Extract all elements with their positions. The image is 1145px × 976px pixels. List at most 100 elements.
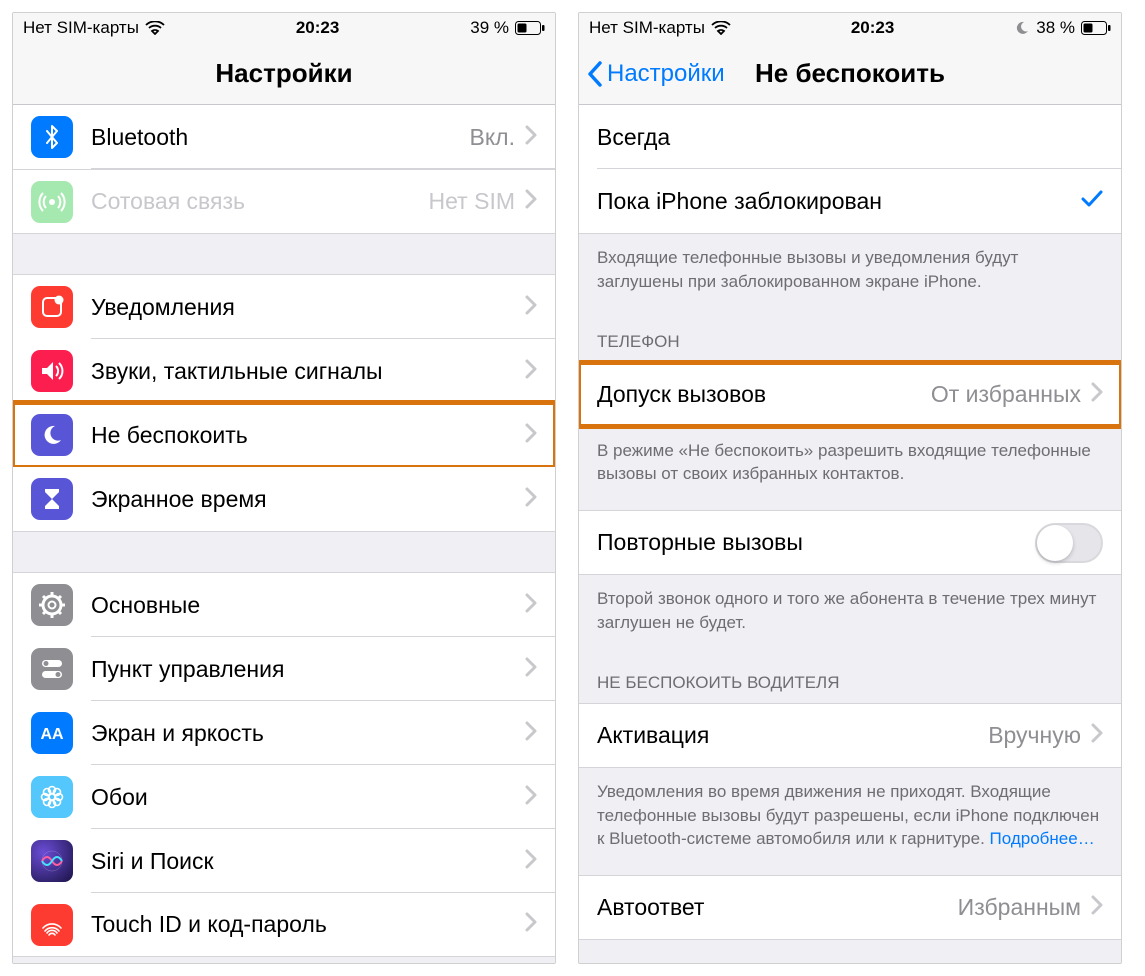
cell-label: Экран и яркость: [91, 720, 525, 747]
fingerprint-icon: [31, 904, 73, 946]
sidebar-item-general[interactable]: Основные: [13, 573, 555, 637]
settings-list[interactable]: Bluetooth Вкл. Сотовая связь Нет SIM Уве…: [13, 105, 555, 963]
row-silence-always[interactable]: Всегда: [579, 105, 1121, 169]
cell-label: Пункт управления: [91, 656, 525, 683]
group-footer: В режиме «Не беспокоить» разрешить входя…: [579, 427, 1121, 497]
sidebar-item-do-not-disturb[interactable]: Не беспокоить: [13, 403, 555, 467]
svg-text:AA: AA: [40, 726, 64, 743]
nav-bar: Настройки: [13, 43, 555, 105]
group-separator: [13, 531, 555, 573]
battery-percent-label: 39 %: [470, 18, 509, 38]
cell-label: Повторные вызовы: [597, 529, 1035, 556]
gear-icon: [31, 584, 73, 626]
checkmark-icon: [1081, 190, 1103, 213]
row-silence-locked[interactable]: Пока iPhone заблокирован: [579, 169, 1121, 233]
chevron-right-icon: [525, 423, 537, 448]
cell-label: Siri и Поиск: [91, 848, 525, 875]
repeated-calls-toggle[interactable]: [1035, 523, 1103, 563]
chevron-right-icon: [525, 657, 537, 682]
sidebar-item-cellular[interactable]: Сотовая связь Нет SIM: [13, 169, 555, 233]
row-allow-calls-from[interactable]: Допуск вызовов От избранных: [579, 362, 1121, 426]
row-activate[interactable]: Активация Вручную: [579, 703, 1121, 767]
hourglass-icon: [31, 478, 73, 520]
chevron-right-icon: [525, 189, 537, 214]
sidebar-item-display[interactable]: AA Экран и яркость: [13, 701, 555, 765]
cell-value: От избранных: [931, 381, 1081, 408]
chevron-right-icon: [525, 721, 537, 746]
group-header: ТЕЛЕФОН: [579, 304, 1121, 362]
sidebar-item-touchid[interactable]: Touch ID и код-пароль: [13, 893, 555, 957]
sidebar-item-control-center[interactable]: Пункт управления: [13, 637, 555, 701]
notifications-icon: [31, 286, 73, 328]
cell-label: Активация: [597, 722, 988, 749]
back-label: Настройки: [607, 60, 725, 88]
chevron-right-icon: [1091, 895, 1103, 920]
cell-label: Bluetooth: [91, 124, 470, 151]
battery-icon: [515, 21, 545, 35]
cell-label: Touch ID и код-пароль: [91, 911, 525, 938]
cell-label: Не беспокоить: [91, 422, 525, 449]
cell-label: Автоответ: [597, 894, 958, 921]
back-button[interactable]: Настройки: [587, 43, 725, 104]
nav-bar: Настройки Не беспокоить: [579, 43, 1121, 105]
display-icon: AA: [31, 712, 73, 754]
cell-label: Основные: [91, 592, 525, 619]
chevron-right-icon: [525, 785, 537, 810]
settings-phone: Нет SIM-карты 20:23 39 % Настройки Bluet…: [12, 12, 556, 964]
chevron-right-icon: [1091, 723, 1103, 748]
clock-label: 20:23: [296, 18, 339, 38]
learn-more-link[interactable]: Подробнее…: [990, 829, 1095, 848]
sidebar-item-siri[interactable]: Siri и Поиск: [13, 829, 555, 893]
cell-value: Избранным: [958, 894, 1081, 921]
page-title: Не беспокоить: [755, 58, 945, 89]
sidebar-item-screen-time[interactable]: Экранное время: [13, 467, 555, 531]
chevron-right-icon: [525, 593, 537, 618]
status-bar: Нет SIM-карты 20:23 39 %: [13, 13, 555, 43]
siri-icon: [31, 840, 73, 882]
row-auto-reply[interactable]: Автоответ Избранным: [579, 875, 1121, 939]
chevron-right-icon: [525, 487, 537, 512]
cell-label: Пока iPhone заблокирован: [597, 188, 1081, 215]
wifi-icon: [711, 21, 731, 35]
page-title: Настройки: [215, 58, 352, 89]
chevron-right-icon: [1091, 382, 1103, 407]
group-footer: Уведомления во время движения не приходя…: [579, 768, 1121, 861]
cell-label: Сотовая связь: [91, 188, 429, 215]
bluetooth-icon: [31, 116, 73, 158]
dnd-list[interactable]: Всегда Пока iPhone заблокирован Входящие…: [579, 105, 1121, 963]
cell-value: Вкл.: [470, 124, 515, 151]
cell-label: Экранное время: [91, 486, 525, 513]
group-footer: Входящие телефонные вызовы и уведомления…: [579, 234, 1121, 304]
chevron-right-icon: [525, 359, 537, 384]
cell-label: Обои: [91, 784, 525, 811]
sidebar-item-sounds[interactable]: Звуки, тактильные сигналы: [13, 339, 555, 403]
chevron-right-icon: [525, 295, 537, 320]
status-bar: Нет SIM-карты 20:23 38 %: [579, 13, 1121, 43]
sidebar-item-notifications[interactable]: Уведомления: [13, 275, 555, 339]
switches-icon: [31, 648, 73, 690]
sidebar-item-wallpaper[interactable]: Обои: [13, 765, 555, 829]
cell-value: Нет SIM: [429, 188, 515, 215]
moon-icon: [31, 414, 73, 456]
sounds-icon: [31, 350, 73, 392]
carrier-label: Нет SIM-карты: [589, 18, 705, 38]
battery-percent-label: 38 %: [1036, 18, 1075, 38]
cell-label: Звуки, тактильные сигналы: [91, 358, 525, 385]
chevron-right-icon: [525, 125, 537, 150]
group-footer: Второй звонок одного и того же абонента …: [579, 575, 1121, 645]
chevron-right-icon: [525, 912, 537, 937]
cell-label: Всегда: [597, 124, 1103, 151]
cell-value: Вручную: [988, 722, 1081, 749]
dnd-status-icon: [1014, 20, 1030, 36]
group-separator: [13, 233, 555, 275]
sidebar-item-bluetooth[interactable]: Bluetooth Вкл.: [13, 105, 555, 169]
chevron-right-icon: [525, 849, 537, 874]
clock-label: 20:23: [851, 18, 894, 38]
group-header: НЕ БЕСПОКОИТЬ ВОДИТЕЛЯ: [579, 645, 1121, 703]
cell-label: Уведомления: [91, 294, 525, 321]
dnd-phone: Нет SIM-карты 20:23 38 % Настройки Не бе…: [578, 12, 1122, 964]
row-repeated-calls[interactable]: Повторные вызовы: [579, 510, 1121, 574]
wifi-icon: [145, 21, 165, 35]
battery-icon: [1081, 21, 1111, 35]
flower-icon: [31, 776, 73, 818]
